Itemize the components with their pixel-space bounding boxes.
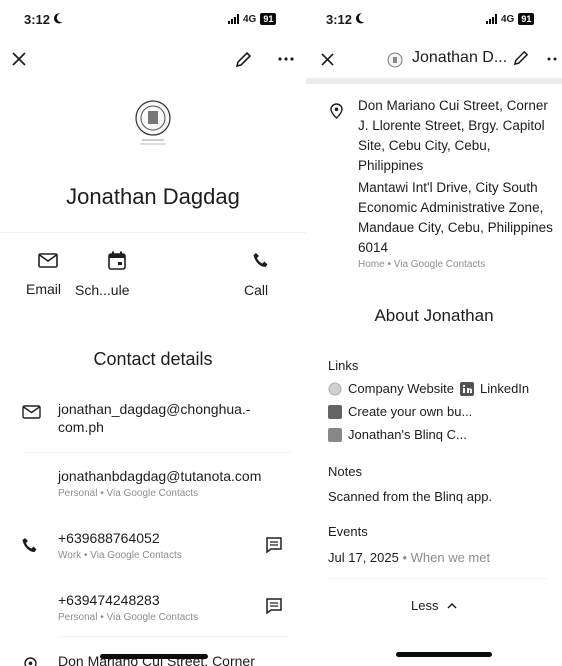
address-2[interactable]: Mantawi Int'l Drive, City South Economic… <box>358 178 558 270</box>
event-desc: • When we met <box>402 550 491 565</box>
moon-icon <box>355 13 365 24</box>
edit-pencil-icon[interactable] <box>512 49 530 67</box>
divider <box>0 232 306 233</box>
events-label: Events <box>328 524 368 539</box>
schedule-action-button[interactable]: Sch...ule <box>75 251 145 298</box>
email-row-personal[interactable]: jonathanbdagdag@tutanota.com Personal • … <box>58 467 298 499</box>
home-indicator <box>396 652 492 657</box>
address-sub: Home • Via Google Contacts <box>358 259 486 270</box>
phone-value: +639688764052 <box>58 530 160 546</box>
status-time-text: 3:12 <box>24 12 51 27</box>
email-action-button[interactable]: Email <box>24 253 72 297</box>
location-pin-icon <box>24 657 37 666</box>
link-linkedin[interactable]: LinkedIn <box>460 381 529 396</box>
moon-icon <box>53 13 63 24</box>
header-contact-name: Jonathan D... <box>412 49 508 66</box>
address-value: Mantawi Int'l Drive, City South Economic… <box>358 180 553 255</box>
link-linkedin-label: LinkedIn <box>480 381 530 396</box>
link-blinq-card[interactable]: Jonathan's Blinq C... <box>328 427 467 442</box>
header-shadow <box>306 78 562 84</box>
notes-label: Notes <box>328 464 362 479</box>
more-options-icon[interactable] <box>546 54 560 64</box>
email-row-work[interactable]: jonathan_dagdag@chonghua.-com.ph <box>58 400 294 436</box>
message-icon[interactable] <box>265 536 283 554</box>
call-action-label: Call <box>244 282 269 298</box>
location-pin-icon <box>330 103 343 119</box>
message-icon[interactable] <box>265 597 283 615</box>
contact-details-title: Contact details <box>93 349 213 369</box>
link-company-label: Company Website <box>348 381 454 396</box>
contact-avatar-logo <box>128 98 178 150</box>
mail-icon <box>22 405 41 419</box>
notes-value: Scanned from the Blinq app. <box>328 489 493 504</box>
divider <box>58 636 288 637</box>
globe-icon <box>328 382 342 396</box>
divider <box>328 578 548 579</box>
event-date: Jul 17, 2025 <box>328 550 399 565</box>
status-signal: 4G 91 <box>228 13 277 25</box>
signal-icon <box>228 14 239 24</box>
mail-icon <box>38 253 58 268</box>
schedule-action-label: Sch...ule <box>75 282 130 298</box>
less-label: Less <box>411 598 439 613</box>
contact-screen-right: 3:12 4G 91 Jonathan D... Don Mariano Cui… <box>306 0 562 666</box>
battery-level: 91 <box>518 13 535 25</box>
divider <box>22 452 292 453</box>
network-type: 4G <box>501 13 515 25</box>
phone-row-personal[interactable]: +639474248283 Personal • Via Google Cont… <box>58 591 248 623</box>
more-options-icon[interactable] <box>276 52 296 66</box>
chevron-up-icon <box>447 602 457 609</box>
link-create-label: Create your own bu... <box>348 404 473 419</box>
about-title: About Jonathan <box>374 306 494 325</box>
link-create-your-own[interactable]: Create your own bu... <box>328 404 472 419</box>
email-action-label: Email <box>26 281 62 297</box>
status-time-text: 3:12 <box>326 12 353 27</box>
email-value: jonathan_dagdag@chonghua.-com.ph <box>58 401 251 435</box>
less-button[interactable]: Less <box>306 597 562 615</box>
edit-pencil-icon[interactable] <box>233 49 253 69</box>
signal-icon <box>486 14 497 24</box>
phone-row-work[interactable]: +639688764052 Work • Via Google Contacts <box>58 529 248 561</box>
network-type: 4G <box>243 13 257 25</box>
email-value: jonathanbdagdag@tutanota.com <box>58 468 262 484</box>
contact-screen-left: 3:12 4G 91 Jonathan Dagdag Email Sch...u… <box>0 0 306 666</box>
links-label: Links <box>328 358 359 373</box>
small-avatar-logo <box>386 51 404 69</box>
link-company-website[interactable]: Company Website <box>328 381 454 396</box>
home-indicator <box>100 654 208 659</box>
battery-level: 91 <box>260 13 277 25</box>
blinq-card-icon <box>328 427 342 442</box>
status-time: 3:12 <box>326 12 365 27</box>
phone-value: +639474248283 <box>58 592 160 608</box>
phone-sub: Personal • Via Google Contacts <box>58 612 199 623</box>
link-blinq-label: Jonathan's Blinq C... <box>348 427 467 442</box>
status-signal: 4G 91 <box>486 13 535 25</box>
status-time: 3:12 <box>24 12 63 27</box>
phone-icon <box>253 252 270 269</box>
event-row[interactable]: Jul 17, 2025 • When we met <box>328 550 490 565</box>
call-action-button[interactable]: Call <box>244 252 284 298</box>
linkedin-icon <box>460 381 474 396</box>
close-icon[interactable] <box>10 50 28 68</box>
calendar-icon <box>108 251 126 270</box>
phone-sub: Work • Via Google Contacts <box>58 550 182 561</box>
email-sub: Personal • Via Google Contacts <box>58 488 199 499</box>
address-1[interactable]: Don Mariano Cui Street, Corner J. Lloren… <box>358 96 558 176</box>
phone-icon <box>22 537 39 554</box>
close-icon[interactable] <box>318 50 336 68</box>
contact-name: Jonathan Dagdag <box>66 184 240 209</box>
blinq-a-icon <box>328 404 342 419</box>
